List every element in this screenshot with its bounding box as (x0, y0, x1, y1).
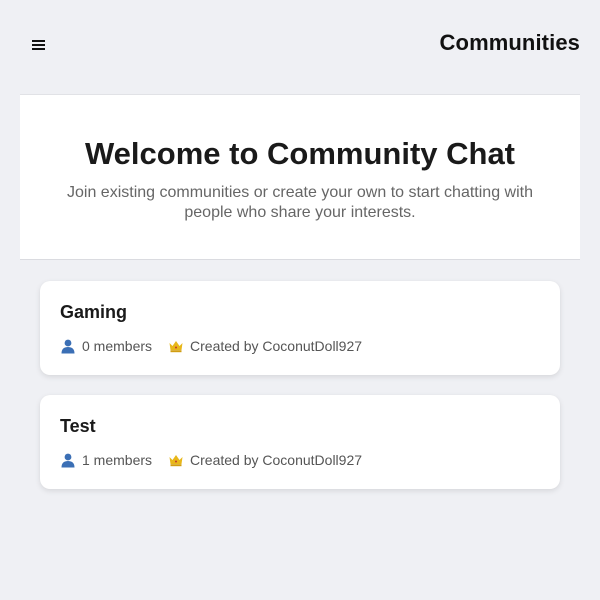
community-card-gaming[interactable]: Gaming 0 members Created by CoconutDoll9… (40, 281, 560, 375)
community-meta: 1 members Created by CoconutDoll927 (60, 451, 540, 469)
community-card-test[interactable]: Test 1 members Created by CoconutDoll927 (40, 395, 560, 489)
member-count-label: 1 members (82, 452, 153, 468)
crown-icon (168, 452, 184, 468)
menu-button[interactable] (29, 35, 49, 55)
community-meta: 0 members Created by CoconutDoll927 (60, 337, 540, 355)
member-count: 0 members (60, 337, 152, 355)
hamburger-menu-icon (32, 40, 45, 50)
creator-label: Created by CoconutDoll927 (190, 452, 363, 468)
community-name: Gaming (60, 302, 128, 322)
person-icon (60, 452, 76, 468)
creator-info: Created by CoconutDoll927 (168, 451, 362, 469)
community-name: Test (60, 416, 96, 436)
person-icon (60, 338, 76, 354)
creator-info: Created by CoconutDoll927 (168, 337, 362, 355)
communities-page: Communities Welcome to Community Chat Jo… (0, 0, 600, 600)
page-title: Communities (439, 30, 580, 55)
welcome-title: Welcome to Community Chat (84, 136, 516, 171)
member-count: 1 members (60, 451, 152, 469)
top-bar: Communities (0, 0, 600, 94)
crown-icon (168, 338, 184, 354)
member-count-label: 0 members (82, 338, 153, 354)
community-list: Gaming 0 members Created by CoconutDoll9… (40, 281, 560, 509)
creator-label: Created by CoconutDoll927 (190, 338, 363, 354)
welcome-subtitle: Join existing communities or create your… (67, 184, 533, 221)
welcome-banner: Welcome to Community Chat Join existing … (20, 94, 580, 260)
